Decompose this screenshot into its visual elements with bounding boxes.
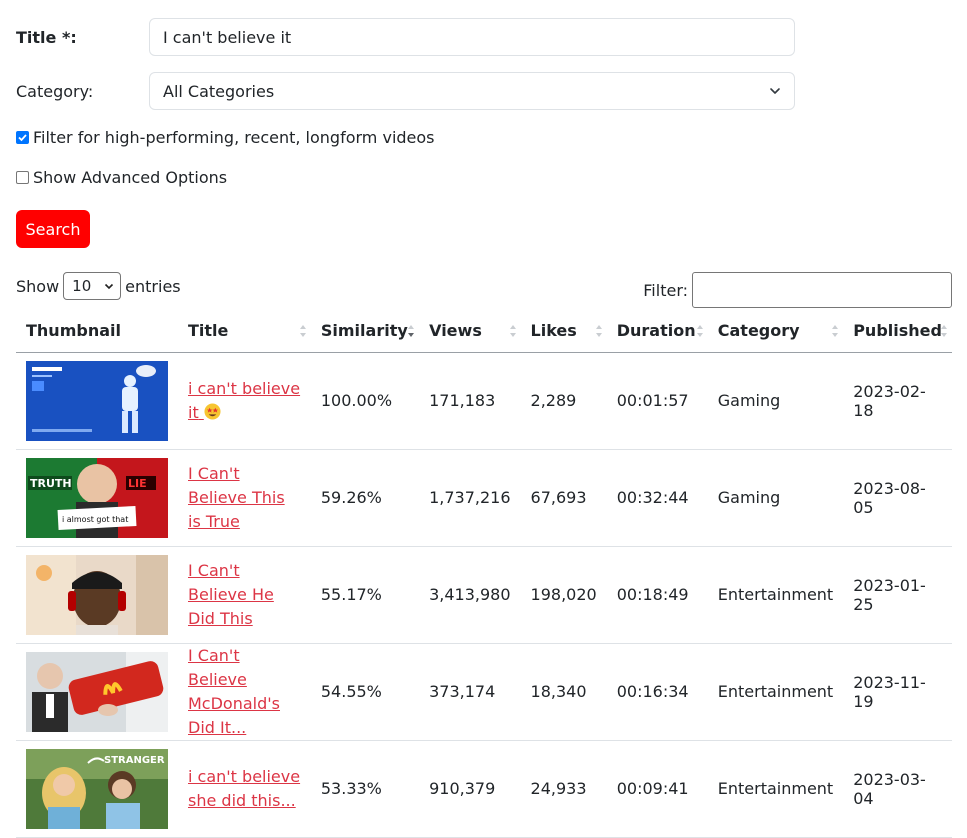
sort-icon: [941, 324, 947, 337]
check-icon: [18, 134, 27, 142]
likes-cell: 24,933: [520, 740, 607, 838]
table-row: i can't believe it 100.00% 171,183 2,289…: [16, 352, 952, 450]
advanced-checkbox-row: Show Advanced Options: [16, 168, 227, 187]
svg-text:i almost got that: i almost got that: [62, 515, 128, 524]
published-cell: 2023-11-19: [843, 643, 952, 741]
video-thumbnail[interactable]: TRUTH LIE i almost got that: [26, 457, 168, 538]
published-cell: 2023-03-04: [843, 740, 952, 838]
filter-checkbox-row: Filter for high-performing, recent, long…: [16, 128, 435, 147]
entries-select-value: 10: [72, 277, 92, 295]
svg-text:LIE: LIE: [128, 477, 147, 490]
video-title-link[interactable]: I Can't Believe He Did This: [188, 561, 274, 628]
similarity-cell: 55.17%: [310, 546, 420, 644]
table-filter: Filter:: [643, 272, 952, 308]
category-cell: Entertainment: [707, 546, 844, 644]
published-cell: 2023-08-05: [843, 449, 952, 547]
likes-cell: 18,340: [520, 643, 607, 741]
video-thumbnail[interactable]: [26, 360, 168, 441]
entries-select[interactable]: 10: [63, 272, 122, 300]
views-cell: 171,183: [419, 352, 521, 450]
video-thumbnail[interactable]: STRANGER: [26, 748, 168, 829]
views-cell: 373,174: [419, 643, 521, 741]
svg-text:STRANGER: STRANGER: [104, 755, 165, 766]
views-cell: 1,737,216: [419, 449, 521, 547]
results-table: Thumbnail Title Similarity Views Likes D…: [16, 310, 952, 838]
duration-cell: 00:18:49: [606, 546, 708, 644]
table-row: I Can't Believe McDonald's Did It... 54.…: [16, 643, 952, 741]
column-header-views[interactable]: Views: [419, 310, 521, 353]
filter-input[interactable]: [692, 272, 952, 308]
table-header-row: Thumbnail Title Similarity Views Likes D…: [16, 310, 952, 353]
entries-label: entries: [125, 276, 181, 296]
column-header-similarity[interactable]: Similarity: [310, 310, 420, 353]
filter-checkbox[interactable]: [16, 131, 29, 144]
filter-checkbox-label[interactable]: Filter for high-performing, recent, long…: [33, 128, 435, 147]
sort-icon: [299, 324, 306, 337]
duration-cell: 00:32:44: [606, 449, 708, 547]
table-row: I Can't Believe He Did This 55.17% 3,413…: [16, 546, 952, 644]
column-header-category[interactable]: Category: [707, 310, 844, 353]
star-struck-emoji-icon: [204, 402, 221, 420]
sort-descending-icon: [408, 324, 415, 337]
likes-cell: 2,289: [520, 352, 607, 450]
category-cell: Gaming: [707, 449, 844, 547]
category-cell: Gaming: [707, 352, 844, 450]
category-select[interactable]: All Categories: [149, 72, 795, 110]
similarity-cell: 53.33%: [310, 740, 420, 838]
similarity-cell: 54.55%: [310, 643, 420, 741]
sort-icon: [832, 324, 839, 337]
category-label: Category:: [16, 81, 94, 101]
filter-label: Filter:: [643, 280, 688, 300]
likes-cell: 198,020: [520, 546, 607, 644]
title-input[interactable]: I can't believe it: [149, 18, 795, 56]
published-cell: 2023-01-25: [843, 546, 952, 644]
sort-icon: [509, 324, 516, 337]
duration-cell: 00:01:57: [606, 352, 708, 450]
duration-cell: 00:09:41: [606, 740, 708, 838]
column-header-published[interactable]: Published: [843, 310, 952, 353]
title-input-value: I can't believe it: [163, 27, 292, 47]
search-button[interactable]: Search: [16, 210, 90, 248]
video-thumbnail[interactable]: [26, 554, 168, 635]
chevron-down-icon: [770, 88, 780, 94]
similarity-cell: 59.26%: [310, 449, 420, 547]
table-row: TRUTH LIE i almost got that I Can't Beli…: [16, 449, 952, 547]
advanced-options-label[interactable]: Show Advanced Options: [33, 168, 227, 187]
advanced-options-checkbox[interactable]: [16, 171, 29, 184]
title-label: Title *:: [16, 27, 77, 47]
column-header-thumbnail: Thumbnail: [16, 310, 178, 353]
title-row: Title *: I can't believe it: [16, 18, 795, 56]
category-cell: Entertainment: [707, 643, 844, 741]
video-title-link[interactable]: i can't believe she did this...: [188, 767, 300, 810]
column-header-title[interactable]: Title: [178, 310, 311, 353]
svg-text:TRUTH: TRUTH: [30, 477, 72, 490]
likes-cell: 67,693: [520, 449, 607, 547]
video-thumbnail[interactable]: [26, 651, 168, 732]
entries-length-control: Show 10 entries: [16, 272, 181, 300]
column-header-duration[interactable]: Duration: [606, 310, 708, 353]
column-header-likes[interactable]: Likes: [520, 310, 607, 353]
sort-icon: [595, 324, 602, 337]
published-cell: 2023-02-18: [843, 352, 952, 450]
views-cell: 910,379: [419, 740, 521, 838]
video-title-link[interactable]: I Can't Believe This is True: [188, 464, 285, 531]
category-row: Category: All Categories: [16, 72, 795, 110]
duration-cell: 00:16:34: [606, 643, 708, 741]
video-title-link[interactable]: i can't believe it: [188, 379, 300, 422]
video-title-link[interactable]: I Can't Believe McDonald's Did It...: [188, 646, 280, 737]
chevron-down-icon: [105, 283, 114, 290]
category-select-value: All Categories: [163, 81, 275, 101]
show-label: Show: [16, 276, 60, 296]
table-row: STRANGER i can't believe she did this...…: [16, 740, 952, 838]
views-cell: 3,413,980: [419, 546, 521, 644]
sort-icon: [696, 324, 703, 337]
category-cell: Entertainment: [707, 740, 844, 838]
similarity-cell: 100.00%: [310, 352, 420, 450]
